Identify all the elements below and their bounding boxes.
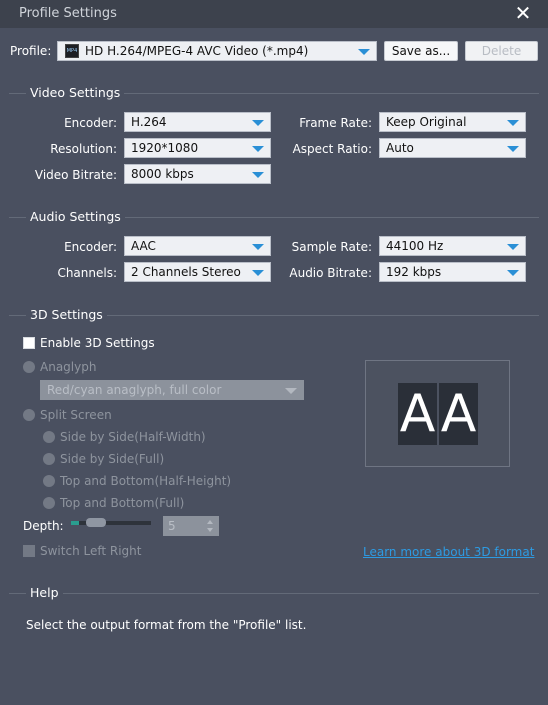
chevron-down-icon [252,270,264,276]
split-screen-label: Split Screen [40,408,112,422]
top-bottom-half-radio[interactable] [43,475,55,487]
depth-label: Depth: [23,519,64,533]
frame-rate-select[interactable]: Keep Original [379,112,526,132]
profile-select[interactable]: MP4 HD H.264/MPEG-4 AVC Video (*.mp4) [57,41,377,61]
preview-letter-left: A [398,383,437,445]
audio-bitrate-value: 192 kbps [386,265,442,279]
frame-rate-label: Frame Rate: [299,116,372,130]
resolution-select[interactable]: 1920*1080 [124,138,271,158]
preview-letter-right: A [439,383,478,445]
resolution-label: Resolution: [50,142,117,156]
chevron-down-icon [252,146,264,152]
depth-slider-track[interactable] [71,521,151,525]
channels-value: 2 Channels Stereo [131,265,241,279]
profile-select-value: HD H.264/MPEG-4 AVC Video (*.mp4) [85,44,309,58]
video-bitrate-select[interactable]: 8000 kbps [124,164,271,184]
frame-rate-value: Keep Original [386,115,467,129]
enable-3d-label: Enable 3D Settings [40,336,155,350]
switch-left-right-label: Switch Left Right [40,544,142,558]
3d-preview: A A [365,360,510,467]
anaglyph-radio[interactable] [23,361,35,373]
3d-settings-title: 3D Settings [26,307,107,322]
sample-rate-select[interactable]: 44100 Hz [379,236,526,256]
video-bitrate-value: 8000 kbps [131,167,194,181]
sample-rate-label: Sample Rate: [291,240,372,254]
video-bitrate-label: Video Bitrate: [34,168,117,182]
audio-encoder-select[interactable]: AAC [124,236,271,256]
chevron-down-icon [358,49,370,55]
split-screen-radio[interactable] [23,409,35,421]
top-bottom-half-label: Top and Bottom(Half-Height) [60,474,232,488]
learn-more-3d-link[interactable]: Learn more about 3D format [363,545,534,559]
side-by-side-full-radio[interactable] [43,453,55,465]
top-bottom-full-label: Top and Bottom(Full) [60,496,185,510]
help-text: Select the output format from the "Profi… [26,618,307,632]
depth-slider-fill [71,521,79,525]
depth-value: 5 [168,519,176,533]
chevron-down-icon [507,120,519,126]
video-encoder-select[interactable]: H.264 [124,112,271,132]
side-by-side-half-radio[interactable] [43,431,55,443]
audio-bitrate-select[interactable]: 192 kbps [379,262,526,282]
video-settings-title: Video Settings [26,85,125,100]
profile-label: Profile: [10,44,52,58]
channels-select[interactable]: 2 Channels Stereo [124,262,271,282]
top-bottom-full-radio[interactable] [43,497,55,509]
aspect-ratio-value: Auto [386,141,414,155]
audio-bitrate-label: Audio Bitrate: [289,266,372,280]
video-encoder-label: Encoder: [64,116,117,130]
chevron-down-icon [507,270,519,276]
depth-spinbox[interactable]: 5 [163,516,219,536]
spin-up-icon[interactable] [207,520,213,524]
chevron-down-icon [285,388,297,394]
chevron-down-icon [507,244,519,250]
side-by-side-full-label: Side by Side(Full) [60,452,165,466]
channels-label: Channels: [57,266,117,280]
audio-encoder-value: AAC [131,239,156,253]
side-by-side-half-label: Side by Side(Half-Width) [60,430,206,444]
sample-rate-value: 44100 Hz [386,239,444,253]
close-icon[interactable]: ✕ [513,3,533,23]
chevron-down-icon [252,244,264,250]
help-title: Help [26,585,63,600]
chevron-down-icon [252,172,264,178]
spin-down-icon[interactable] [207,528,213,532]
depth-slider-handle[interactable] [86,518,106,527]
switch-left-right-checkbox[interactable] [23,545,35,557]
save-as-button[interactable]: Save as... [384,41,458,61]
mp4-file-icon: MP4 [65,44,79,58]
video-encoder-value: H.264 [131,115,167,129]
audio-encoder-label: Encoder: [64,240,117,254]
window-title: Profile Settings [19,6,117,21]
anaglyph-label: Anaglyph [40,360,97,374]
anaglyph-mode-value: Red/cyan anaglyph, full color [47,383,222,397]
help-divider [9,593,539,594]
chevron-down-icon [507,146,519,152]
delete-button[interactable]: Delete [465,41,538,61]
chevron-down-icon [252,120,264,126]
aspect-ratio-select[interactable]: Auto [379,138,526,158]
anaglyph-mode-select[interactable]: Red/cyan anaglyph, full color [40,380,304,400]
title-bar: Profile Settings ✕ [0,0,548,28]
aspect-ratio-label: Aspect Ratio: [292,142,372,156]
audio-settings-title: Audio Settings [26,209,125,224]
resolution-value: 1920*1080 [131,141,199,155]
enable-3d-checkbox[interactable] [23,337,35,349]
